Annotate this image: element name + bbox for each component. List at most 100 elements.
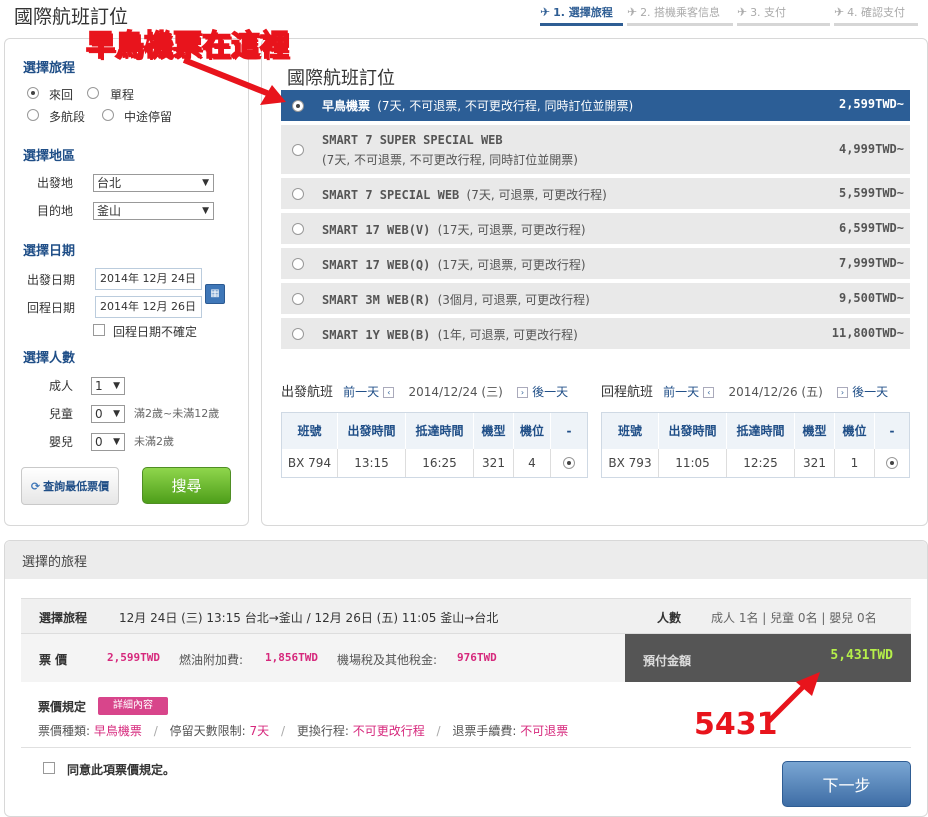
radio-stopover[interactable]: [102, 109, 114, 121]
fare-row-smart7-special[interactable]: SMART 7 SPECIAL WEB (7天, 可退票, 可更改行程) 5,5…: [281, 178, 910, 209]
fare-name: SMART 7 SPECIAL WEB: [322, 188, 460, 202]
outbound-flight-radio[interactable]: [563, 457, 575, 469]
fuel-value: 1,856TWD: [265, 651, 318, 664]
col-flight-no: 班號: [282, 413, 338, 449]
return-date-label: 回程日期: [27, 301, 76, 315]
annotation-arrow-icon: [182, 57, 286, 105]
fare-name: 早鳥機票: [322, 99, 371, 113]
step-select-trip: ✈ 1. 選擇旅程: [540, 4, 623, 26]
fare-row-smart3m[interactable]: SMART 3M WEB(R) (3個月, 可退票, 可更改行程) 9,500T…: [281, 283, 910, 314]
agree-label: 同意此項票價規定。: [67, 763, 176, 777]
radio-round-trip[interactable]: [27, 87, 39, 99]
fare-radio[interactable]: [292, 293, 304, 305]
calendar-icon[interactable]: ▦: [205, 284, 225, 304]
destination-select[interactable]: 釜山 ▼: [93, 202, 214, 220]
fare-radio[interactable]: [292, 328, 304, 340]
adult-select[interactable]: 1 ▼: [91, 377, 125, 395]
fare-name: SMART 7 SUPER SPECIAL WEB: [322, 133, 503, 147]
depart-time: 13:15: [338, 449, 406, 477]
selected-trip-row: 選擇旅程 12月 24日 (三) 13:15 台北→釜山 / 12月 26日 (…: [21, 598, 911, 634]
aircraft: 321: [795, 449, 835, 477]
col-seats: 機位: [514, 413, 551, 449]
fare-row-smart1y[interactable]: SMART 1Y WEB(B) (1年, 可退票, 可更改行程) 11,800T…: [281, 318, 910, 349]
dropdown-arrow-icon: ▼: [113, 409, 120, 419]
origin-select[interactable]: 台北 ▼: [93, 174, 214, 192]
tax-label: 機場稅及其他稅金:: [337, 653, 438, 667]
infant-select[interactable]: 0 ▼: [91, 433, 125, 451]
flight-no: BX 794: [282, 449, 338, 477]
plane-icon: ✈: [737, 5, 748, 19]
outbound-prev-day[interactable]: 前一天: [343, 385, 379, 399]
child-age-note: 滿2歲~未滿12歲: [134, 407, 220, 420]
search-button[interactable]: 搜尋: [142, 467, 231, 504]
fare-row-smart17-v[interactable]: SMART 17 WEB(V) (17天, 可退票, 可更改行程) 6,599T…: [281, 213, 910, 244]
fare-price: 2,599TWD~: [838, 97, 904, 111]
dropdown-arrow-icon: ▼: [202, 178, 209, 188]
dropdown-arrow-icon: ▼: [113, 437, 120, 447]
fare-desc: (17天, 可退票, 可更改行程): [437, 223, 586, 237]
fare-type-label: 票價種類:: [38, 724, 91, 738]
annotation-arrow-icon: [766, 672, 820, 724]
fare-radio[interactable]: [292, 144, 304, 156]
inbound-next-day[interactable]: 後一天: [852, 385, 888, 399]
child-select[interactable]: 0 ▼: [91, 405, 125, 423]
return-date-input[interactable]: 2014年 12月 26日: [95, 296, 202, 318]
multi-city-label: 多航段: [49, 110, 86, 124]
region-title: 選擇地區: [23, 149, 76, 164]
dropdown-arrow-icon: ▼: [202, 206, 209, 216]
flight-no: BX 793: [602, 449, 659, 477]
col-aircraft: 機型: [795, 413, 835, 449]
fare-radio[interactable]: [292, 188, 304, 200]
search-fare-icon: ⟳: [30, 479, 41, 493]
fare-desc: (7天, 不可退票, 不可更改行程, 同時訂位並開票): [322, 153, 578, 167]
fare-desc: (17天, 可退票, 可更改行程): [437, 258, 586, 272]
col-depart-time: 出發時間: [659, 413, 727, 449]
fare-radio[interactable]: [292, 100, 304, 112]
prepaid-label: 預付金額: [643, 654, 692, 668]
tax-value: 976TWD: [457, 651, 497, 664]
fare-row-early-bird[interactable]: 早鳥機票 (7天, 不可退票, 不可更改行程, 同時訂位並開票) 2,599TW…: [281, 90, 910, 121]
inbound-header: 回程航班 前一天 ‹ 2014/12/26 (五) › 後一天: [601, 381, 888, 400]
step-passenger-info: ✈ 2. 搭機乘客信息: [627, 4, 733, 26]
chevron-left-icon[interactable]: ‹: [703, 387, 715, 398]
outbound-header: 出發航班 前一天 ‹ 2014/12/24 (三) › 後一天: [281, 381, 568, 400]
radio-multi-city[interactable]: [27, 109, 39, 121]
plane-icon: ✈: [540, 5, 551, 19]
refund-label: 退票手續費:: [452, 724, 517, 738]
col-aircraft: 機型: [474, 413, 514, 449]
col-arrive-time: 抵達時間: [406, 413, 474, 449]
fare-row-smart7-super[interactable]: SMART 7 SUPER SPECIAL WEB (7天, 不可退票, 不可更…: [281, 125, 910, 174]
return-uncertain-checkbox[interactable]: [93, 324, 105, 336]
step-payment: ✈ 3. 支付: [737, 4, 830, 26]
fare-label: 票 價: [39, 653, 68, 667]
col-arrive-time: 抵達時間: [727, 413, 795, 449]
one-way-label: 單程: [110, 88, 135, 102]
fare-row-smart17-q[interactable]: SMART 17 WEB(Q) (17天, 可退票, 可更改行程) 7,999T…: [281, 248, 910, 279]
agree-checkbox[interactable]: [43, 762, 55, 774]
inbound-prev-day[interactable]: 前一天: [663, 385, 699, 399]
passengers-title: 選擇人數: [23, 351, 76, 366]
depart-time: 11:05: [659, 449, 727, 477]
outbound-flight-table: 班號 出發時間 抵達時間 機型 機位 - BX 794 13:15 16:25 …: [281, 412, 588, 478]
fare-radio[interactable]: [292, 223, 304, 235]
arrive-time: 12:25: [727, 449, 795, 477]
stay-limit-value: 7天: [249, 724, 270, 738]
dropdown-arrow-icon: ▼: [113, 381, 120, 391]
outbound-next-day[interactable]: 後一天: [532, 385, 568, 399]
fare-rules-line: 票價種類: 早鳥機票 / 停留天數限制: 7天 / 更換行程: 不可更改行程 /…: [38, 724, 569, 738]
fare-rules-detail-button[interactable]: 詳細內容: [98, 697, 168, 715]
chevron-right-icon[interactable]: ›: [516, 387, 528, 398]
outbound-heading: 出發航班: [281, 385, 334, 400]
next-step-button[interactable]: 下一步: [782, 761, 911, 807]
radio-one-way[interactable]: [87, 87, 99, 99]
fare-price: 4,999TWD~: [838, 142, 904, 156]
lowest-fare-button[interactable]: ⟳ 查詢最低票價: [21, 467, 119, 505]
chevron-right-icon[interactable]: ›: [836, 387, 848, 398]
inbound-flight-radio[interactable]: [886, 457, 898, 469]
fare-radio[interactable]: [292, 258, 304, 270]
fare-name: SMART 17 WEB(Q): [322, 258, 431, 272]
fare-name: SMART 3M WEB(R): [322, 293, 431, 307]
plane-icon: ✈: [627, 5, 638, 19]
chevron-left-icon[interactable]: ‹: [383, 387, 395, 398]
depart-date-input[interactable]: 2014年 12月 24日: [95, 268, 202, 290]
